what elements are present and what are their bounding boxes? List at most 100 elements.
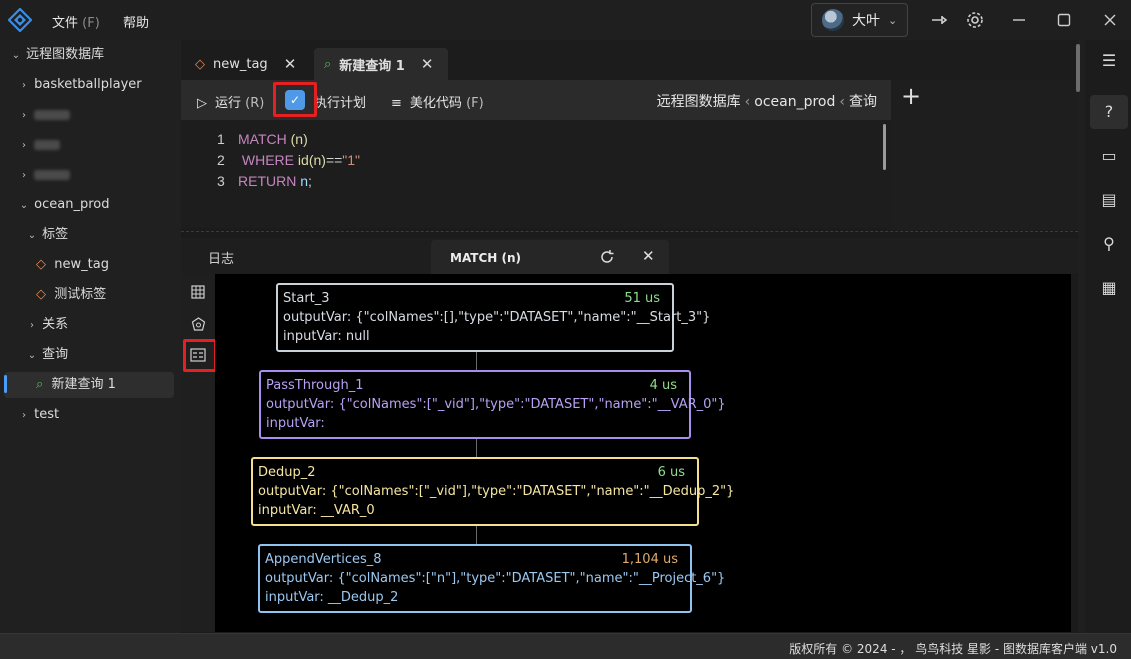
search-icon: ⌕: [36, 377, 44, 392]
sidebar-item-new-tag[interactable]: ◇ new_tag: [36, 253, 109, 277]
chevron-right-icon: ›: [22, 170, 26, 181]
tag-icon: ◇: [36, 287, 46, 302]
editor-scrollbar[interactable]: [883, 124, 886, 170]
sidebar-item-redacted-1[interactable]: ›: [18, 103, 71, 127]
help-icon[interactable]: ?: [1090, 95, 1128, 129]
close-icon[interactable]: ✕: [284, 55, 297, 73]
menu-icon[interactable]: ☰: [1090, 44, 1128, 78]
beautify-button[interactable]: ≡ 美化代码 (F): [391, 92, 484, 111]
document-icon[interactable]: ▤: [1090, 183, 1128, 217]
user-name: 大叶: [852, 13, 880, 29]
node-output-var: outputVar: {"colNames":["_vid"],"type":"…: [266, 397, 726, 412]
chevron-down-icon: ⌄: [11, 50, 21, 61]
chevron-down-icon: ⌄: [27, 230, 37, 241]
chevron-down-icon: ⌄: [27, 350, 37, 361]
chevron-right-icon: ›: [22, 110, 26, 121]
calculator-icon[interactable]: ▦: [1090, 271, 1128, 305]
table-icon[interactable]: [191, 285, 205, 299]
close-icon[interactable]: ✕: [642, 247, 655, 265]
chevron-right-icon: ›: [22, 410, 26, 421]
search-icon: ⌕: [324, 56, 332, 72]
file-menu[interactable]: 文件 (F): [52, 12, 100, 31]
sidebar-selected-indicator: [4, 375, 7, 393]
sidebar-item-relations[interactable]: › 关系: [26, 313, 68, 337]
plan-node-passthrough[interactable]: PassThrough_1 4 us outputVar: {"colNames…: [259, 370, 726, 439]
result-header: 日志 MATCH (n) ✕: [181, 238, 1078, 274]
chevron-right-icon: ›: [22, 80, 26, 91]
maximize-icon[interactable]: [1054, 10, 1074, 30]
code-line-3: RETURN n;: [238, 173, 312, 189]
breadcrumb-item: 查询: [849, 94, 877, 110]
highlight-annotation: [183, 339, 217, 372]
graph-icon[interactable]: [191, 317, 206, 332]
node-output-var: outputVar: {"colNames":[],"type":"DATASE…: [283, 310, 711, 325]
node-time: 51 us: [624, 291, 660, 306]
wand-icon[interactable]: ⚲: [1090, 227, 1128, 261]
line-number: 3: [217, 173, 225, 189]
node-input-var: inputVar:: [266, 416, 325, 431]
node-time: 6 us: [657, 465, 685, 480]
chevron-down-icon: ⌄: [19, 200, 29, 211]
tab-bar: ◇ new_tag ✕ ⌕ 新建查询 1 ✕: [181, 40, 1078, 80]
pin-icon[interactable]: [930, 10, 950, 30]
log-tab[interactable]: 日志: [208, 248, 234, 267]
sidebar-item-tags[interactable]: ⌄ 标签: [26, 223, 68, 247]
explain-label[interactable]: 执行计划: [314, 92, 366, 111]
run-button[interactable]: ▷ 运行 (R): [197, 92, 264, 111]
plus-icon[interactable]: +: [901, 82, 921, 110]
breadcrumb: 远程图数据库 ‹ ocean_prod ‹ 查询: [656, 94, 877, 110]
execution-plan-canvas[interactable]: Start_3 51 us outputVar: {"colNames":[],…: [215, 274, 1071, 632]
close-icon[interactable]: ✕: [421, 55, 434, 73]
tag-icon: ◇: [195, 56, 205, 72]
plan-node-dedup[interactable]: Dedup_2 6 us outputVar: {"colNames":["_v…: [251, 457, 734, 526]
refresh-icon[interactable]: [599, 249, 615, 265]
breadcrumb-item[interactable]: 远程图数据库: [657, 94, 741, 110]
node-input-var: inputVar: __VAR_0: [258, 503, 375, 518]
sidebar-item-queries[interactable]: ⌄ 查询: [26, 343, 68, 367]
node-output-var: outputVar: {"colNames":["n"],"type":"DAT…: [265, 571, 726, 586]
plan-node-start[interactable]: Start_3 51 us outputVar: {"colNames":[],…: [276, 283, 711, 352]
title-bar: 文件 (F) 帮助 大叶 ⌄: [0, 0, 1131, 40]
node-name: Dedup_2: [258, 465, 316, 480]
tab-new-query-1[interactable]: ⌕ 新建查询 1 ✕: [314, 48, 448, 80]
card-icon[interactable]: ▭: [1090, 139, 1128, 173]
tab-new-tag[interactable]: ◇ new_tag ✕: [195, 48, 315, 80]
close-window-icon[interactable]: [1100, 10, 1120, 30]
sidebar-item-basketballplayer[interactable]: › basketballplayer: [18, 73, 142, 97]
sidebar-item-new-query-1[interactable]: ⌕ 新建查询 1: [36, 373, 116, 397]
app-logo-icon: [8, 8, 32, 32]
node-name: Start_3: [283, 291, 330, 306]
list-icon: ≡: [391, 96, 402, 111]
node-input-var: inputVar: __Dedup_2: [265, 590, 399, 605]
plan-tab[interactable]: MATCH (n) ✕: [431, 240, 669, 274]
result-view-switcher: [181, 274, 215, 632]
node-input-var: inputVar: null: [283, 329, 370, 344]
tag-icon: ◇: [36, 257, 46, 272]
chevron-right-icon: ›: [22, 140, 26, 151]
sidebar-item-test[interactable]: › test: [18, 403, 59, 427]
code-editor[interactable]: 1 2 3 MATCH (n) WHERE id(n)=="1" RETURN …: [181, 120, 891, 228]
node-time: 4 us: [649, 378, 677, 393]
line-number: 1: [217, 131, 225, 147]
minimize-icon[interactable]: [1009, 10, 1029, 30]
help-menu[interactable]: 帮助: [123, 12, 149, 31]
redacted-label: [34, 169, 71, 180]
breadcrumb-item[interactable]: ocean_prod: [754, 94, 835, 110]
chevron-right-icon: ›: [30, 320, 34, 331]
sidebar-item-remote-db[interactable]: ⌄ 远程图数据库: [10, 43, 104, 67]
main-scrollbar[interactable]: [1076, 44, 1080, 92]
avatar: [822, 9, 844, 31]
sidebar-item-redacted-3[interactable]: ›: [18, 163, 71, 187]
node-time: 1,104 us: [621, 552, 678, 567]
plan-node-appendvertices[interactable]: AppendVertices_8 1,104 us outputVar: {"c…: [258, 544, 726, 613]
chevron-down-icon: ⌄: [888, 13, 898, 27]
play-icon: ▷: [197, 96, 207, 111]
user-switcher[interactable]: 大叶 ⌄: [811, 3, 908, 37]
panel-divider[interactable]: [181, 231, 1078, 232]
gear-icon[interactable]: [965, 10, 985, 30]
sidebar-item-ocean-prod[interactable]: ⌄ ocean_prod: [18, 193, 110, 217]
sidebar-item-redacted-2[interactable]: ›: [18, 133, 61, 157]
sidebar-item-test-tag[interactable]: ◇ 测试标签: [36, 283, 106, 307]
redacted-label: [34, 109, 71, 120]
status-bar: 版权所有 © 2024 - ， 鸟鸟科技 星影 - 图数据库客户端 v1.0: [0, 633, 1131, 659]
